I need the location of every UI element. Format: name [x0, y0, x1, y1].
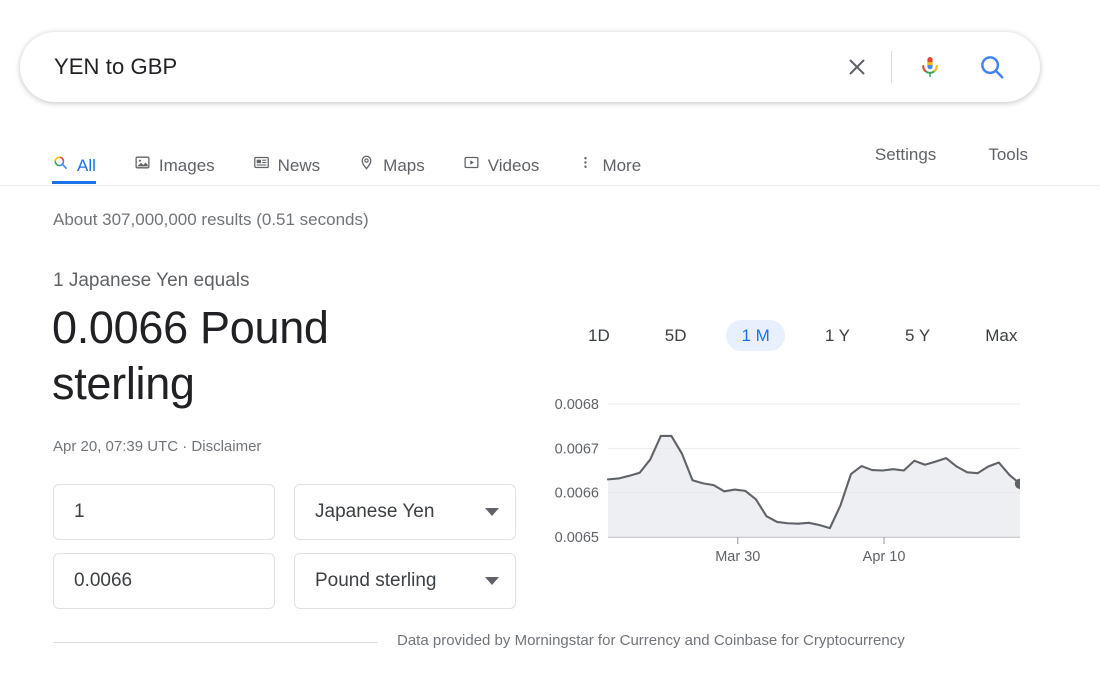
settings-button[interactable]: Settings — [875, 146, 936, 163]
search-input[interactable] — [20, 54, 837, 80]
tab-more-label: More — [602, 155, 642, 175]
chevron-down-icon — [485, 508, 499, 516]
tab-all-label: All — [77, 155, 96, 175]
to-amount-input[interactable] — [54, 570, 274, 592]
news-icon — [253, 154, 270, 176]
search-icon[interactable] — [972, 47, 1012, 87]
close-icon[interactable] — [837, 47, 877, 87]
data-source-note: Data provided by Morningstar for Currenc… — [397, 632, 905, 649]
x-axis-tick-label: Apr 10 — [863, 549, 906, 565]
search-bar — [20, 32, 1040, 102]
search-nav-bar: All Images News Maps Videos More Setting… — [0, 130, 1100, 186]
search-divider — [891, 51, 892, 83]
disclaimer-link[interactable]: Disclaimer — [191, 438, 261, 455]
from-currency-select[interactable]: Japanese Yen — [294, 484, 516, 540]
timestamp-text: Apr 20, 07:39 UTC · — [53, 438, 192, 455]
y-axis-tick-label: 0.0065 — [555, 530, 599, 546]
to-currency-label: Pound sterling — [315, 570, 437, 591]
tab-maps-label: Maps — [383, 155, 425, 175]
y-axis-tick-label: 0.0066 — [555, 486, 599, 502]
search-bar-actions — [837, 47, 1040, 87]
tab-maps[interactable]: Maps — [358, 130, 441, 184]
from-amount-input[interactable] — [54, 501, 274, 523]
tab-more[interactable]: More — [577, 130, 657, 184]
tab-videos[interactable]: Videos — [463, 130, 556, 184]
tab-images-label: Images — [158, 155, 215, 175]
result-stats: About 307,000,000 results (0.51 seconds) — [53, 210, 369, 229]
conversion-headline: 0.0066 Pound sterling — [52, 302, 329, 410]
y-axis-tick-label: 0.0067 — [555, 441, 599, 457]
footer-divider — [53, 642, 378, 643]
range-tab-1m[interactable]: 1 M — [726, 320, 785, 351]
location-pin-icon — [358, 154, 375, 176]
x-axis-tick-label: Mar 30 — [715, 549, 760, 565]
chart-area-fill — [608, 435, 1020, 537]
tab-all[interactable]: All — [52, 130, 112, 184]
microphone-icon[interactable] — [910, 47, 950, 87]
range-tab-max[interactable]: Max — [970, 320, 1032, 351]
range-tab-5y[interactable]: 5 Y — [890, 320, 945, 351]
y-axis-tick-label: 0.0068 — [555, 397, 599, 413]
more-vert-icon — [577, 154, 594, 176]
from-currency-label: Japanese Yen — [315, 501, 435, 522]
tab-videos-label: Videos — [487, 155, 540, 175]
to-currency-select[interactable]: Pound sterling — [294, 553, 516, 609]
image-icon — [134, 154, 151, 176]
tab-news-label: News — [277, 155, 321, 175]
video-play-icon — [463, 154, 480, 176]
tab-images[interactable]: Images — [134, 130, 231, 184]
exchange-rate-chart[interactable]: 0.0065 0.0066 0.0067 0.0068 Mar 30 Apr 10 — [530, 385, 1020, 565]
range-tab-5d[interactable]: 5D — [650, 320, 702, 351]
chevron-down-icon — [485, 577, 499, 585]
range-tab-1y[interactable]: 1 Y — [810, 320, 865, 351]
search-icon — [52, 154, 69, 176]
conversion-timestamp: Apr 20, 07:39 UTC · Disclaimer — [53, 438, 261, 455]
from-amount-field[interactable] — [53, 484, 275, 540]
conversion-subtitle: 1 Japanese Yen equals — [53, 270, 250, 291]
tab-news[interactable]: News — [253, 130, 337, 184]
nav-actions: Settings Tools — [875, 146, 1028, 163]
range-tab-1d[interactable]: 1D — [573, 320, 625, 351]
nav-tabs: All Images News Maps Videos More — [52, 130, 679, 185]
chart-svg: 0.0065 0.0066 0.0067 0.0068 Mar 30 Apr 10 — [555, 397, 1020, 565]
chart-range-tabs: 1D 5D 1 M 1 Y 5 Y Max — [573, 320, 1057, 351]
tools-button[interactable]: Tools — [988, 146, 1028, 163]
to-amount-field[interactable] — [53, 553, 275, 609]
